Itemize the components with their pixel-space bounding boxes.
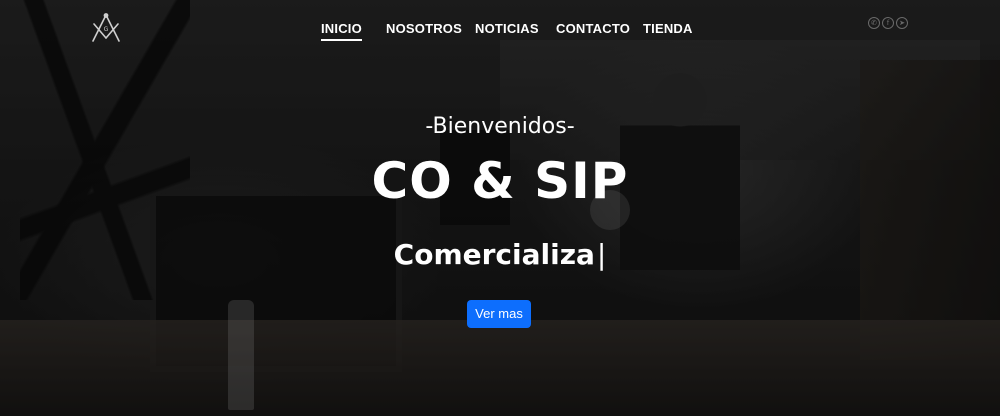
nav-item-noticias[interactable]: NOTICIAS	[475, 21, 539, 36]
nav-item-inicio[interactable]: INICIO	[321, 21, 362, 41]
typed-text-container: Comercializa|	[0, 238, 1000, 271]
ver-mas-button[interactable]: Ver mas	[467, 300, 531, 328]
nav-item-nosotros[interactable]: NOSOTROS	[386, 21, 462, 36]
typed-text: Comercializa	[393, 238, 595, 271]
nav-item-contacto[interactable]: CONTACTO	[556, 21, 630, 36]
social-links: ✆ f ➤	[868, 17, 912, 29]
welcome-text: -Bienvenidos-	[425, 114, 575, 139]
facebook-icon[interactable]: f	[882, 17, 894, 29]
nav-item-tienda[interactable]: TIENDA	[643, 21, 693, 36]
brand-title: CO & SIP	[371, 152, 629, 210]
main-nav: INICIO NOSOTROS NOTICIAS CONTACTO TIENDA	[0, 21, 1000, 41]
whatsapp-icon[interactable]: ✆	[868, 17, 880, 29]
telegram-icon[interactable]: ➤	[896, 17, 908, 29]
typing-cursor: |	[596, 238, 607, 271]
